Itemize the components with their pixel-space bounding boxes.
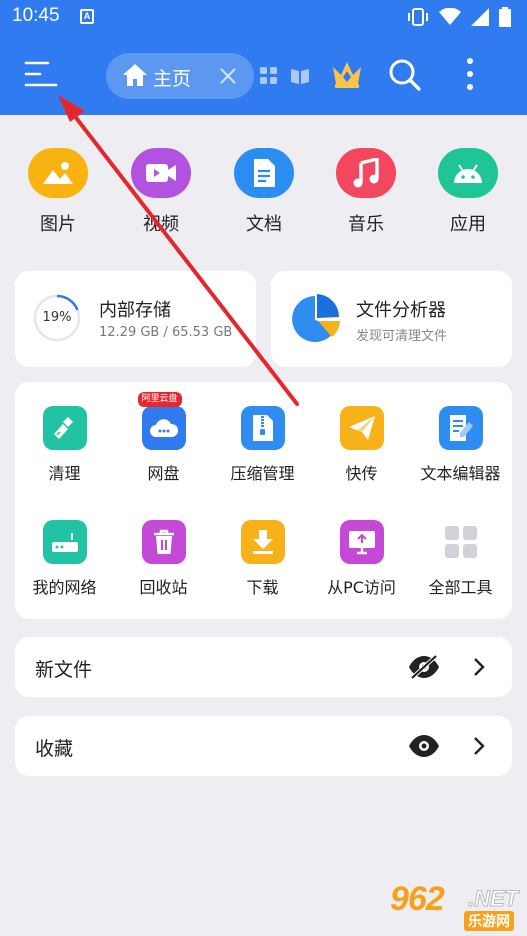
tool-label: 文本编辑器 — [420, 464, 501, 483]
analyzer-subtitle: 发现可清理文件 — [356, 329, 448, 344]
tool-compression[interactable]: 压缩管理 — [213, 406, 312, 484]
trash-icon — [141, 520, 186, 564]
close-icon[interactable] — [218, 66, 238, 86]
pc-access-icon — [339, 520, 384, 564]
tool-all-tools[interactable]: 全部工具 — [411, 520, 510, 598]
watermark-sub: 乐游网 — [464, 911, 514, 931]
search-icon[interactable] — [388, 58, 422, 92]
download-icon — [240, 520, 285, 564]
signal-icon — [471, 8, 489, 26]
category-videos[interactable]: 视频 — [111, 148, 211, 236]
book-icon[interactable] — [290, 67, 310, 85]
broom-icon — [42, 406, 87, 450]
section-new-files[interactable]: 新文件 — [15, 637, 512, 697]
category-label: 图片 — [40, 214, 76, 235]
android-icon — [438, 148, 498, 198]
eye-icon[interactable] — [407, 733, 441, 759]
status-icons — [407, 7, 511, 27]
notification-icon: A — [80, 9, 94, 24]
category-apps[interactable]: 应用 — [418, 148, 518, 236]
status-bar: 10:45 A — [0, 0, 527, 36]
cloud-icon: 阿里云盘 — [137, 392, 186, 450]
tool-text-editor[interactable]: 文本编辑器 — [411, 406, 510, 484]
tool-label: 网盘 — [147, 464, 180, 483]
top-app-bar: 10:45 A 主页 — [0, 0, 527, 115]
category-label: 应用 — [450, 214, 486, 235]
tool-label: 全部工具 — [428, 578, 493, 597]
pie-chart-icon — [292, 294, 340, 342]
tool-label: 清理 — [48, 464, 81, 483]
tool-recycle-bin[interactable]: 回收站 — [114, 520, 213, 598]
tool-quick-send[interactable]: 快传 — [312, 406, 411, 484]
internal-storage-card[interactable]: 19% 内部存储 12.29 GB / 65.53 GB — [15, 271, 256, 367]
tool-my-network[interactable]: 我的网络 — [15, 520, 114, 598]
tab-home-label: 主页 — [153, 68, 192, 90]
section-favorites[interactable]: 收藏 — [15, 716, 512, 776]
wifi-icon — [439, 8, 461, 25]
more-vert-icon[interactable] — [460, 56, 480, 92]
send-icon — [339, 406, 384, 450]
home-icon — [123, 64, 147, 86]
category-images[interactable]: 图片 — [8, 148, 108, 236]
crown-icon[interactable] — [330, 58, 364, 90]
router-icon — [42, 520, 87, 564]
tool-cleaner[interactable]: 清理 — [15, 406, 114, 484]
storage-usage: 12.29 GB / 65.53 GB — [99, 325, 233, 340]
section-label: 收藏 — [35, 738, 74, 760]
chevron-right-icon[interactable] — [473, 657, 485, 677]
tool-download[interactable]: 下载 — [213, 520, 312, 598]
tabs-grid-icon[interactable] — [259, 66, 279, 86]
tool-access-from-pc[interactable]: 从PC访问 — [312, 520, 411, 598]
analyzer-title: 文件分析器 — [356, 300, 446, 321]
storage-percent: 19% — [42, 310, 72, 325]
chevron-right-icon[interactable] — [473, 736, 485, 756]
zip-icon — [240, 406, 285, 450]
tool-label: 我的网络 — [32, 578, 97, 597]
tool-label: 下载 — [246, 578, 279, 597]
app-bar: 主页 — [0, 40, 527, 110]
all-tools-icon — [439, 520, 483, 564]
file-analyzer-card[interactable]: 文件分析器 发现可清理文件 — [271, 271, 512, 367]
watermark-logo: 962 .NET 乐游网 — [390, 880, 524, 932]
edit-note-icon — [438, 406, 483, 450]
watermark-net: .NET — [467, 886, 519, 912]
vibrate-icon — [408, 8, 428, 26]
category-label: 视频 — [143, 214, 179, 235]
category-music[interactable]: 音乐 — [316, 148, 416, 236]
battery-icon — [499, 7, 511, 27]
eye-off-icon[interactable] — [407, 654, 441, 680]
category-label: 音乐 — [348, 214, 384, 235]
status-time: 10:45 — [12, 5, 60, 26]
video-icon — [131, 148, 191, 198]
menu-icon[interactable] — [22, 58, 60, 90]
tool-netdisk[interactable]: 阿里云盘 网盘 — [114, 392, 213, 484]
category-documents[interactable]: 文档 — [214, 148, 314, 236]
tool-label: 从PC访问 — [327, 578, 396, 597]
tool-label: 压缩管理 — [230, 464, 295, 483]
tools-card: 清理 阿里云盘 网盘 压缩管理 快传 文本编辑器 我的网络 回收站 下载 从PC… — [15, 382, 512, 619]
document-icon — [234, 148, 294, 198]
image-icon — [28, 148, 88, 198]
aliyun-badge: 阿里云盘 — [137, 392, 182, 407]
tool-label: 快传 — [345, 464, 378, 483]
category-label: 文档 — [246, 214, 282, 235]
section-label: 新文件 — [35, 659, 93, 681]
storage-title: 内部存储 — [99, 300, 171, 321]
watermark-brand: 962 — [390, 880, 445, 918]
category-row: 图片 视频 文档 音乐 应用 — [0, 148, 527, 248]
music-icon — [336, 148, 396, 198]
tool-label: 回收站 — [139, 578, 188, 597]
tab-home[interactable]: 主页 — [106, 53, 254, 99]
